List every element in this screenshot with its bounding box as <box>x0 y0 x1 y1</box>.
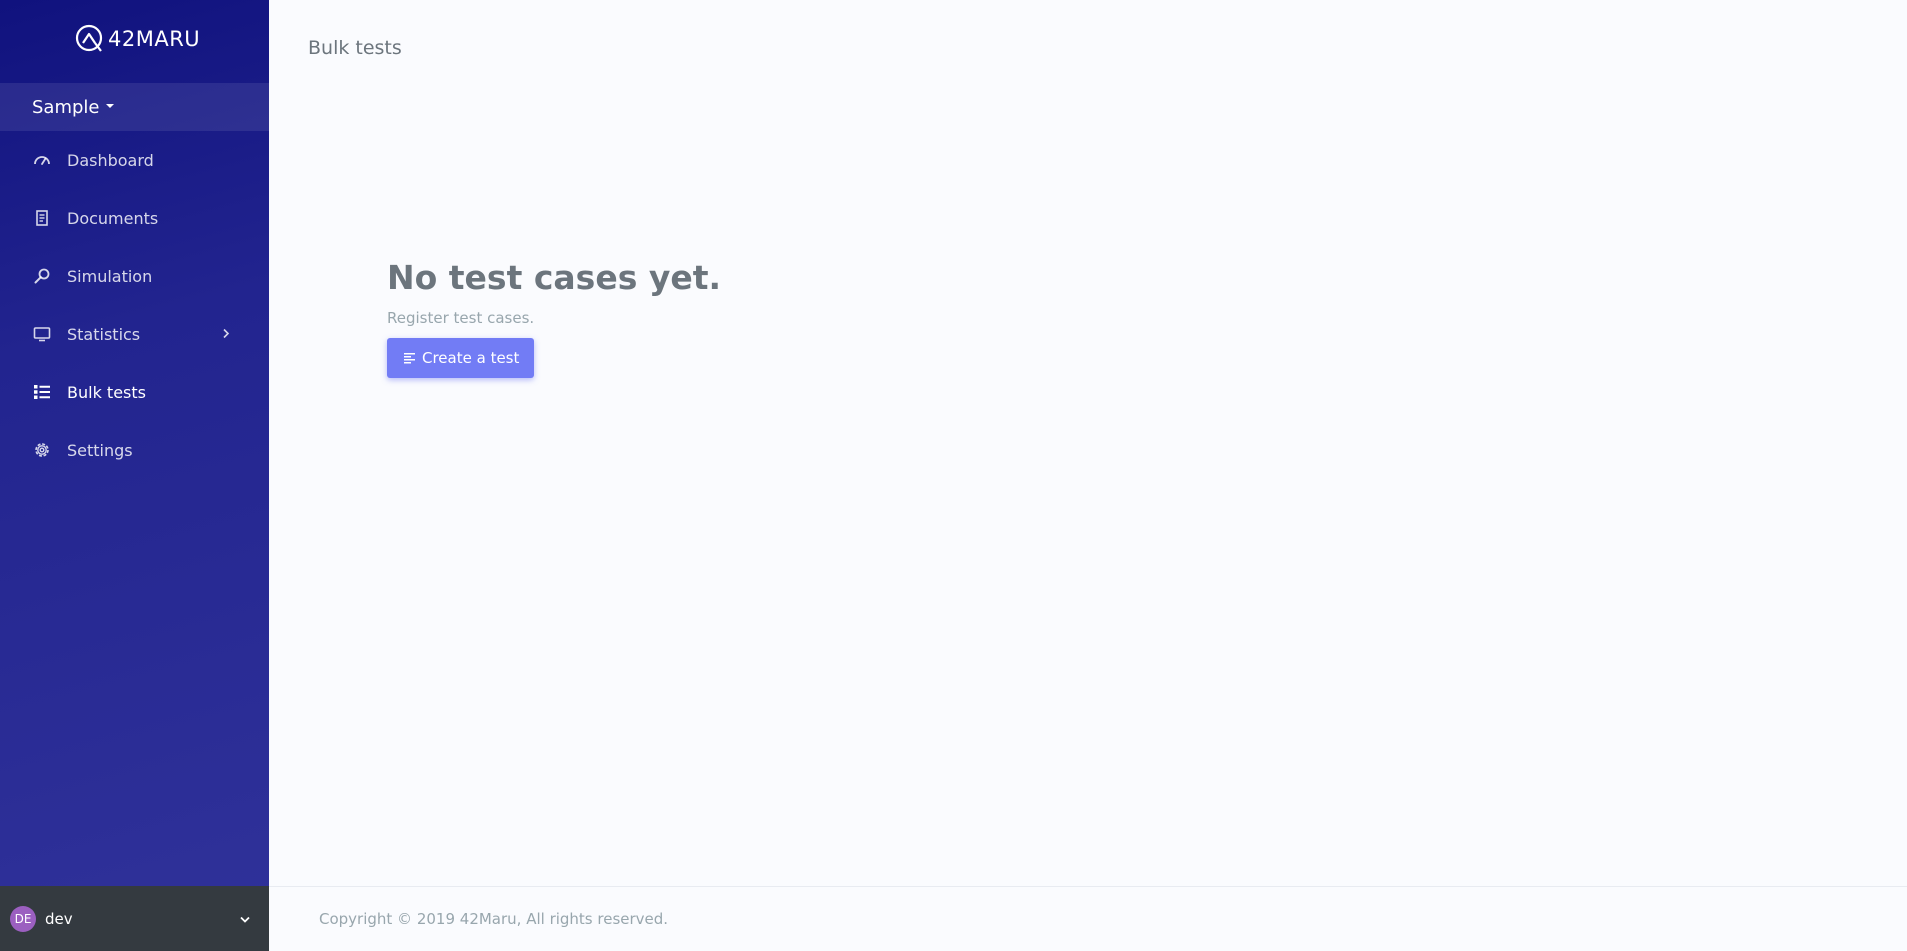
sidebar-item-label: Settings <box>67 440 133 460</box>
sidebar-nav: Dashboard Documents Simulation Statistic… <box>0 131 269 479</box>
sidebar-item-bulk-tests[interactable]: Bulk tests <box>0 363 269 421</box>
project-name: Sample <box>32 96 100 118</box>
sidebar-item-simulation[interactable]: Simulation <box>0 247 269 305</box>
avatar: DE <box>10 905 36 932</box>
copyright-text: Copyright © 2019 42Maru, All rights rese… <box>319 910 669 928</box>
sidebar-item-statistics[interactable]: Statistics <box>0 305 269 363</box>
chevron-right-icon <box>221 325 231 344</box>
brand-logo[interactable]: 42MARU <box>75 24 200 54</box>
create-test-button-label: Create a test <box>422 349 520 367</box>
sidebar-item-settings[interactable]: Settings <box>0 421 269 479</box>
caret-down-icon <box>105 104 114 108</box>
create-test-button[interactable]: Create a test <box>387 338 535 378</box>
sidebar: 42MARU Sample Dashboard Documents Simula… <box>0 0 269 951</box>
brand-name: 42MARU <box>108 27 201 51</box>
main-content: Bulk tests No test cases yet. Register t… <box>269 0 1907 951</box>
empty-state-subtitle: Register test cases. <box>387 309 535 327</box>
document-icon <box>32 208 52 228</box>
app-root: 42MARU Sample Dashboard Documents Simula… <box>0 0 1907 951</box>
sidebar-item-label: Statistics <box>67 324 141 344</box>
page-title: Bulk tests <box>308 37 402 59</box>
footer: Copyright © 2019 42Maru, All rights rese… <box>269 886 1907 951</box>
sidebar-item-dashboard[interactable]: Dashboard <box>0 131 269 189</box>
empty-state: No test cases yet. Register test cases. … <box>387 258 721 378</box>
monitor-icon <box>32 324 52 344</box>
empty-state-title: No test cases yet. <box>387 258 722 297</box>
sidebar-item-label: Simulation <box>67 266 153 286</box>
sidebar-item-label: Documents <box>67 208 159 228</box>
speedometer-icon <box>32 150 52 170</box>
user-menu[interactable]: DE dev <box>0 886 269 951</box>
magnifier-icon <box>32 266 52 286</box>
sidebar-item-documents[interactable]: Documents <box>0 189 269 247</box>
sidebar-item-label: Bulk tests <box>67 382 146 402</box>
logo-mark-icon <box>75 24 105 54</box>
sidebar-item-label: Dashboard <box>67 150 154 170</box>
list-icon <box>32 382 52 402</box>
user-name: dev <box>45 909 73 928</box>
gear-icon <box>32 440 52 460</box>
align-left-icon <box>404 352 416 364</box>
chevron-down-icon <box>239 909 251 928</box>
project-selector[interactable]: Sample <box>0 83 269 131</box>
